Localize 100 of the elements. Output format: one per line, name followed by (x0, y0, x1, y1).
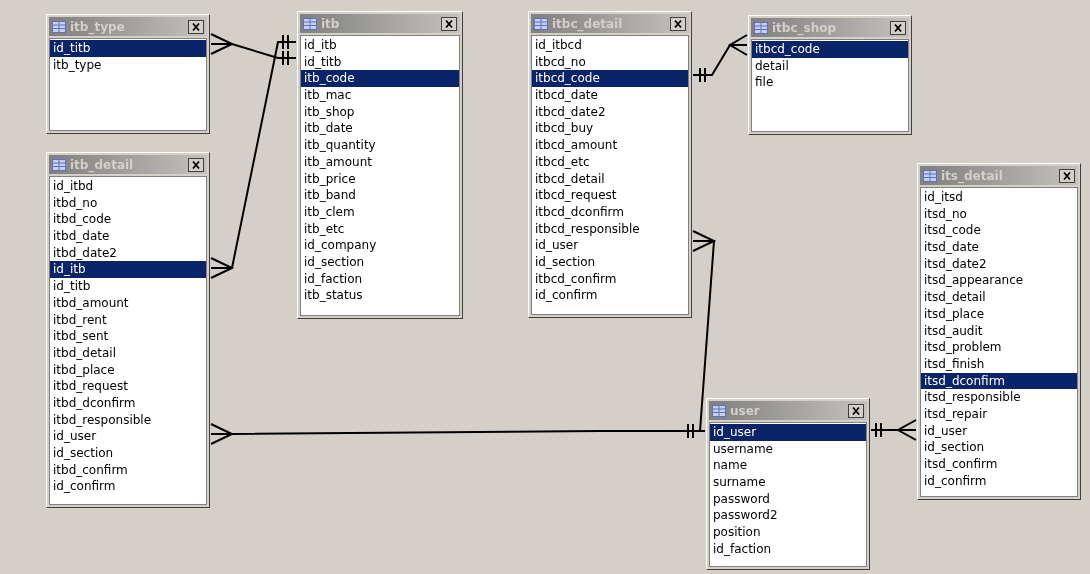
field-item[interactable]: itbd_request (50, 378, 206, 395)
field-item[interactable]: id_section (50, 445, 206, 462)
field-item[interactable]: itbd_code (50, 211, 206, 229)
field-item[interactable]: itsd_place (921, 305, 1077, 323)
field-item[interactable]: name (710, 457, 866, 475)
field-item[interactable]: itbcd_responsible (532, 220, 688, 238)
field-item[interactable]: itsd_responsible (921, 389, 1077, 406)
field-item[interactable]: id_faction (710, 540, 866, 558)
field-item[interactable]: itbcd_etc (532, 153, 688, 171)
field-item[interactable]: itbd_date (50, 228, 206, 245)
field-item[interactable]: itbd_dconfirm (50, 394, 206, 412)
field-item[interactable]: itsd_date (921, 239, 1077, 256)
table-title: itb (321, 15, 341, 33)
field-item[interactable]: id_section (301, 253, 459, 271)
field-item[interactable]: itsd_finish (921, 355, 1077, 373)
field-item[interactable]: itbcd_request (532, 187, 688, 204)
field-item[interactable]: id_itbd (50, 178, 206, 195)
field-item[interactable]: itbd_no (50, 194, 206, 212)
field-item[interactable]: itbcd_buy (532, 120, 688, 138)
table-icon (52, 20, 66, 33)
table-window[interactable]: itb id_itb id_titb itb_code itb_mac itb_shop itb_date itb_quantity itb_amount itb_price itb_band itb_clem itb_etc id_company id_section id_faction itb_status (297, 11, 463, 319)
field-item[interactable]: id_faction (301, 270, 459, 288)
field-item[interactable]: id_user (532, 237, 688, 254)
field-item[interactable]: itbcd_date2 (532, 103, 688, 121)
field-item[interactable]: itb_etc (301, 220, 459, 238)
field-item[interactable]: file (752, 74, 908, 92)
close-icon[interactable] (188, 157, 204, 172)
field-item[interactable]: id_titb (301, 53, 459, 71)
field-item[interactable]: itbcd_code (532, 70, 688, 88)
table-title: its_detail (941, 167, 1004, 185)
field-item[interactable]: itbd_amount (50, 294, 206, 312)
field-item[interactable]: itb_band (301, 187, 459, 204)
field-item[interactable]: itb_mac (301, 87, 459, 104)
field-item[interactable]: password (710, 490, 866, 508)
close-icon[interactable] (441, 16, 457, 31)
field-item[interactable]: itbd_sent (50, 328, 206, 345)
field-item[interactable]: itsd_audit (921, 322, 1077, 340)
field-item[interactable]: itbcd_dconfirm (532, 203, 688, 221)
field-item[interactable]: itbd_detail (50, 344, 206, 362)
field-item[interactable]: position (710, 524, 866, 541)
field-item[interactable]: itsd_detail (921, 289, 1077, 306)
field-item[interactable]: itb_amount (301, 153, 459, 171)
table-icon (303, 17, 317, 30)
table-window[interactable]: itb_type id_titb itb_type (46, 14, 210, 134)
field-item[interactable]: itbcd_code (752, 41, 908, 58)
field-item[interactable]: itb_type (50, 56, 206, 74)
field-item[interactable]: id_titb (50, 40, 206, 57)
field-item[interactable]: id_titb (50, 278, 206, 295)
field-item[interactable]: id_user (921, 422, 1077, 440)
field-item[interactable]: surname (710, 474, 866, 491)
field-item[interactable]: itbcd_no (532, 53, 688, 71)
table-window[interactable]: itbc_shop itbcd_code detail file (748, 15, 912, 135)
field-item[interactable]: id_company (301, 237, 459, 254)
field-item[interactable]: itbcd_amount (532, 137, 688, 154)
relationship-line (692, 34, 748, 83)
field-item[interactable]: itb_quantity (301, 137, 459, 154)
close-icon[interactable] (890, 20, 906, 35)
close-icon[interactable] (848, 403, 864, 418)
field-item[interactable]: id_confirm (532, 287, 688, 304)
field-item[interactable]: itbd_date2 (50, 244, 206, 262)
field-item[interactable]: itb_clem (301, 203, 459, 221)
close-icon[interactable] (188, 19, 204, 34)
field-item[interactable]: itbd_place (50, 361, 206, 379)
close-icon[interactable] (670, 16, 686, 31)
field-item[interactable]: itb_date (301, 120, 459, 138)
field-item[interactable]: itsd_date2 (921, 255, 1077, 273)
field-item[interactable]: itbd_responsible (50, 411, 206, 429)
field-item[interactable]: id_itb (301, 37, 459, 54)
field-item[interactable]: username (710, 440, 866, 458)
field-item[interactable]: id_user (50, 428, 206, 445)
field-item[interactable]: itbd_rent (50, 311, 206, 329)
field-item[interactable]: id_section (532, 253, 688, 271)
field-item[interactable]: itsd_code (921, 222, 1077, 240)
field-item[interactable]: itsd_no (921, 205, 1077, 223)
table-window[interactable]: itbc_detail id_itbcd itbcd_no itbcd_code itbcd_date itbcd_date2 itbcd_buy itbcd_amount itbcd_etc itbcd_detail itbcd_request itbcd_dconfirm itbcd_responsible id_user id_section itbcd_confirm id_confirm (528, 11, 692, 318)
field-item[interactable]: itb_price (301, 170, 459, 188)
field-item[interactable]: itsd_confirm (921, 456, 1077, 473)
field-item[interactable]: password2 (710, 507, 866, 525)
field-item[interactable]: id_confirm (921, 472, 1077, 490)
field-item[interactable]: itbcd_confirm (532, 270, 688, 288)
field-item[interactable]: itb_shop (301, 103, 459, 121)
table-icon (712, 404, 726, 417)
field-item[interactable]: itbcd_date (532, 87, 688, 104)
field-item[interactable]: itb_code (301, 70, 459, 88)
field-item[interactable]: id_user (710, 424, 866, 441)
field-item[interactable]: id_confirm (50, 478, 206, 496)
field-item[interactable]: itbd_confirm (50, 461, 206, 479)
field-item[interactable]: itb_status (301, 287, 459, 304)
field-item[interactable]: itbcd_detail (532, 170, 688, 188)
field-item[interactable]: itsd_appearance (921, 272, 1077, 290)
close-icon[interactable] (1059, 168, 1075, 183)
field-item[interactable]: detail (752, 57, 908, 75)
field-item[interactable]: id_itbcd (532, 37, 688, 54)
field-item[interactable]: itsd_dconfirm (921, 372, 1077, 390)
field-item[interactable]: itsd_repair (921, 405, 1077, 423)
field-item[interactable]: itsd_problem (921, 339, 1077, 356)
field-item[interactable]: id_itsd (921, 189, 1077, 206)
field-item[interactable]: id_itb (50, 261, 206, 279)
table-window[interactable]: user id_user username name surname password password2 position id_faction (706, 398, 870, 570)
field-item[interactable]: id_section (921, 439, 1077, 456)
